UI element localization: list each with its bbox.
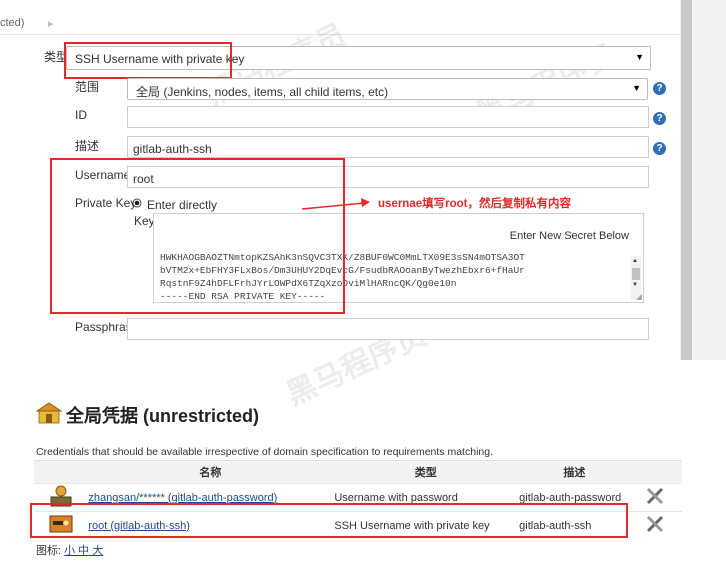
desc-help-icon[interactable]: ? bbox=[653, 142, 666, 155]
column-header-desc[interactable]: 描述 bbox=[518, 460, 631, 484]
icon-size-label: 图标: bbox=[36, 545, 62, 557]
scroll-up-icon[interactable]: ▲ bbox=[632, 258, 638, 264]
id-label: ID bbox=[75, 108, 87, 122]
credential-link[interactable]: zhangsan/****** (gitlab-auth-password) bbox=[88, 492, 277, 504]
wrench-icon[interactable] bbox=[645, 486, 667, 506]
chevron-down-icon: ▼ bbox=[635, 52, 644, 62]
scrollbar[interactable] bbox=[681, 0, 692, 360]
secret-placeholder: Enter New Secret Below bbox=[509, 230, 629, 242]
highlight-username-key bbox=[50, 158, 345, 314]
highlight-ssh-row bbox=[30, 503, 628, 538]
actions-column-header bbox=[630, 460, 682, 484]
id-help-icon[interactable]: ? bbox=[653, 112, 666, 125]
scroll-down-icon[interactable]: ▼ bbox=[632, 282, 638, 288]
scope-help-icon[interactable]: ? bbox=[653, 82, 666, 95]
id-input[interactable] bbox=[127, 106, 649, 128]
scope-select[interactable]: 全局 (Jenkins, nodes, items, all child ite… bbox=[127, 78, 648, 100]
annotation-text: usernae填写root，然后复制私有内容 bbox=[378, 198, 571, 210]
page-title: 全局凭据 (unrestricted) bbox=[66, 406, 260, 426]
row-action-cell bbox=[630, 483, 682, 512]
icon-column-header bbox=[34, 460, 88, 484]
desc-value: gitlab-auth-ssh bbox=[133, 142, 212, 156]
row-action-cell bbox=[630, 511, 682, 539]
desc-input[interactable]: gitlab-auth-ssh bbox=[127, 136, 649, 158]
column-header-type[interactable]: 类型 bbox=[333, 460, 519, 484]
annotation-arrow-icon bbox=[301, 198, 370, 210]
chevron-down-icon: ▼ bbox=[632, 83, 641, 93]
highlight-kind bbox=[64, 42, 232, 79]
key-scroll-thumb[interactable] bbox=[632, 268, 640, 280]
wrench-icon[interactable] bbox=[645, 514, 667, 534]
column-header-name[interactable]: 名称 bbox=[87, 460, 334, 484]
credentials-store-icon bbox=[36, 402, 62, 424]
passphrase-input[interactable] bbox=[127, 318, 649, 340]
table-header-row: 名称 类型 描述 bbox=[34, 460, 682, 484]
breadcrumb-text: cted) bbox=[0, 17, 25, 29]
icon-size-legend: 图标: 小 中 大 bbox=[36, 542, 103, 558]
scope-select-value: 全局 (Jenkins, nodes, items, all child ite… bbox=[136, 85, 389, 99]
icon-size-options[interactable]: 小 中 大 bbox=[64, 545, 103, 557]
resize-handle-icon[interactable]: ◢ bbox=[636, 292, 642, 301]
scope-label: 范围 bbox=[75, 80, 100, 94]
breadcrumb-arrow-icon[interactable]: ▸ bbox=[48, 17, 54, 30]
credentials-description: Credentials that should be available irr… bbox=[36, 446, 493, 458]
desc-label: 描述 bbox=[75, 139, 100, 153]
